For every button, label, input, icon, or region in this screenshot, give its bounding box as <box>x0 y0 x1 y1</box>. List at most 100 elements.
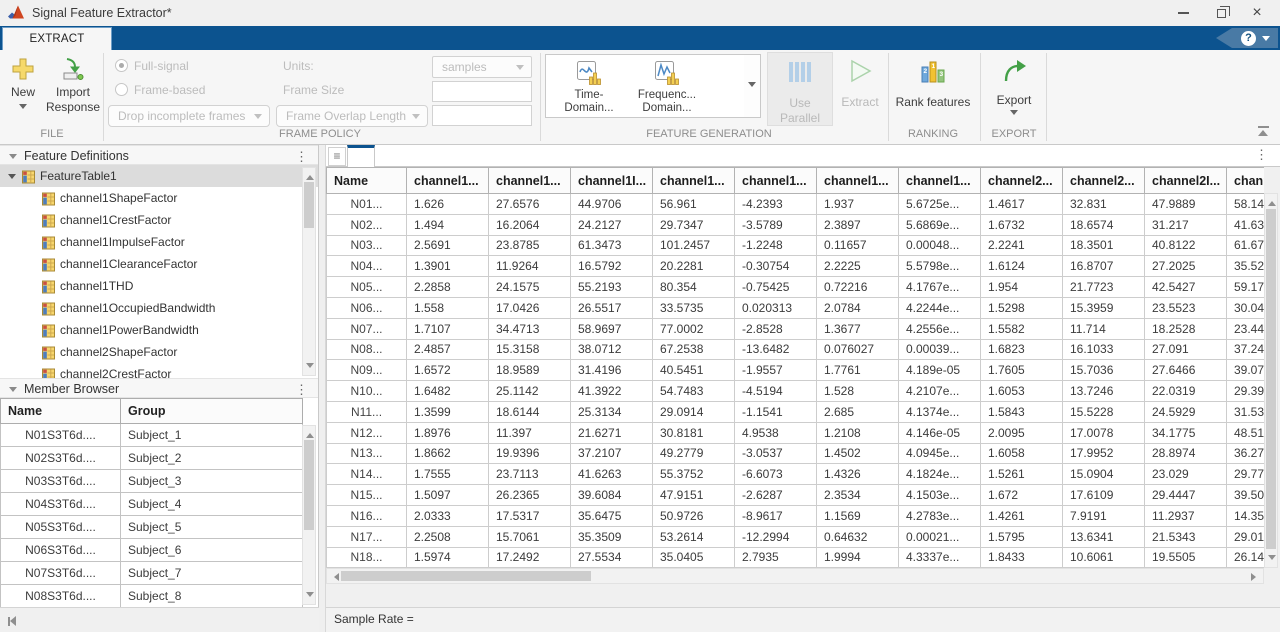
drop-incomplete-frames-dropdown[interactable]: Drop incomplete frames <box>108 105 270 127</box>
gallery-item[interactable]: Frequenc...Domain... <box>632 55 702 117</box>
feature-table-row[interactable]: N06...1.55817.042626.551733.57350.020313… <box>327 297 1265 318</box>
feature-column-header[interactable]: Name <box>327 168 407 194</box>
feature-table-row[interactable]: N08...2.485715.315838.071267.2538-13.648… <box>327 339 1265 360</box>
value-cell: 25.3134 <box>571 401 653 422</box>
member-row[interactable]: N06S3T6d....Subject_6 <box>1 539 303 562</box>
row-name-cell: N08... <box>327 339 407 360</box>
value-cell: 4.1824e... <box>899 464 981 485</box>
member-row[interactable]: N01S3T6d....Subject_1 <box>1 424 303 447</box>
collapse-toolstrip-button[interactable] <box>1256 126 1270 136</box>
feature-column-header[interactable]: channel1... <box>735 168 817 194</box>
member-row[interactable]: N07S3T6d....Subject_7 <box>1 562 303 585</box>
frame-based-radio[interactable] <box>115 83 128 96</box>
feature-table-row[interactable]: N14...1.755523.711341.626355.3752-6.6073… <box>327 464 1265 485</box>
frame-overlap-input[interactable] <box>432 105 532 126</box>
feature-column-header[interactable]: chann <box>1227 168 1265 194</box>
tree-item[interactable]: channel1ShapeFactor <box>0 187 318 209</box>
rank-features-button[interactable]: 2 1 3 Rank features <box>890 58 976 110</box>
kebab-menu-icon[interactable]: ⋮ <box>295 147 308 166</box>
feature-table-row[interactable]: N05...2.285824.157555.219380.354-0.75425… <box>327 277 1265 298</box>
minimize-button[interactable] <box>1166 0 1200 26</box>
value-cell: 1.8976 <box>407 422 489 443</box>
chevron-down-icon[interactable] <box>9 387 17 396</box>
help-button[interactable]: ? <box>1216 28 1278 48</box>
feature-table-row[interactable]: N02...1.49416.206424.212729.7347-3.57892… <box>327 214 1265 235</box>
tree-item[interactable]: channel1THD <box>0 275 318 297</box>
feature-table-row[interactable]: N01...1.62627.657644.970656.961-4.23931.… <box>327 194 1265 215</box>
value-cell: 1.3599 <box>407 401 489 422</box>
kebab-menu-icon[interactable]: ⋮ <box>1255 147 1268 163</box>
new-button[interactable]: New <box>6 56 40 113</box>
value-cell: 48.514 <box>1227 422 1265 443</box>
feature-table-row[interactable]: N16...2.033317.531735.647550.9726-8.9617… <box>327 505 1265 526</box>
panel-splitter[interactable] <box>319 145 326 632</box>
feature-table-row[interactable]: N10...1.648225.114241.392254.7483-4.5194… <box>327 381 1265 402</box>
document-tab[interactable] <box>347 145 375 167</box>
feature-table-row[interactable]: N17...2.250815.706135.350953.2614-12.299… <box>327 526 1265 547</box>
close-button[interactable]: × <box>1240 0 1274 26</box>
member-row[interactable]: N08S3T6d....Subject_8 <box>1 585 303 608</box>
member-column-header[interactable]: Group <box>121 399 303 424</box>
gallery-dropdown-button[interactable] <box>744 54 761 118</box>
tab-list-icon[interactable]: ≡ <box>328 147 346 166</box>
member-row[interactable]: N04S3T6d....Subject_4 <box>1 493 303 516</box>
section-divider <box>888 53 889 141</box>
tree-item[interactable]: channel1ClearanceFactor <box>0 253 318 275</box>
gallery-item[interactable]: Time-Domain... <box>554 55 624 117</box>
full-signal-radio[interactable] <box>115 59 128 72</box>
feature-table-row[interactable]: N03...2.569123.878561.3473101.2457-1.224… <box>327 235 1265 256</box>
tree-item[interactable]: channel1CrestFactor <box>0 209 318 231</box>
feature-table-row[interactable]: N18...1.597417.249227.553435.04052.79351… <box>327 547 1265 568</box>
chevron-down-icon[interactable] <box>9 154 17 163</box>
feature-table-row[interactable]: N11...1.359918.614425.313429.0914-1.1541… <box>327 401 1265 422</box>
feature-column-header[interactable]: channel1... <box>817 168 899 194</box>
main-horizontal-scrollbar[interactable] <box>326 568 1264 584</box>
frame-overlap-length-dropdown[interactable]: Frame Overlap Length <box>276 105 428 127</box>
extract-button[interactable]: Extract <box>838 58 882 110</box>
feature-table-row[interactable]: N09...1.657218.958931.419640.5451-1.9557… <box>327 360 1265 381</box>
restore-button[interactable] <box>1204 0 1238 26</box>
value-cell: 24.1575 <box>489 277 571 298</box>
feature-table-row[interactable]: N15...1.509726.236539.608447.9151-2.6287… <box>327 485 1265 506</box>
feature-column-header[interactable]: channel2I... <box>1145 168 1227 194</box>
value-cell: 2.5691 <box>407 235 489 256</box>
collapse-panel-icon[interactable] <box>8 616 16 626</box>
import-response-button[interactable]: Import Response <box>44 56 102 115</box>
member-scrollbar[interactable] <box>302 425 316 605</box>
value-cell: -0.75425 <box>735 277 817 298</box>
kebab-menu-icon[interactable]: ⋮ <box>295 380 308 399</box>
member-row[interactable]: N05S3T6d....Subject_5 <box>1 516 303 539</box>
feature-column-header[interactable]: channel2... <box>1063 168 1145 194</box>
row-name-cell: N12... <box>327 422 407 443</box>
feature-table-row[interactable]: N07...1.710734.471358.969777.0002-2.8528… <box>327 318 1265 339</box>
feature-table-row[interactable]: N04...1.390111.926416.579220.2281-0.3075… <box>327 256 1265 277</box>
units-dropdown[interactable]: samples <box>432 56 532 78</box>
frame-size-input[interactable] <box>432 81 532 102</box>
tree-item[interactable]: channel1ImpulseFactor <box>0 231 318 253</box>
feature-column-header[interactable]: channel1I... <box>571 168 653 194</box>
feature-table-row[interactable]: N13...1.866219.939637.210749.2779-3.0537… <box>327 443 1265 464</box>
main-vertical-scrollbar[interactable] <box>1264 193 1278 568</box>
value-cell: 25.1142 <box>489 381 571 402</box>
feature-column-header[interactable]: channel1... <box>489 168 571 194</box>
tree-item[interactable]: channel1OccupiedBandwidth <box>0 297 318 319</box>
member-row[interactable]: N02S3T6d....Subject_2 <box>1 447 303 470</box>
tree-scrollbar[interactable] <box>302 167 316 376</box>
feature-table-row[interactable]: N12...1.897611.39721.627130.81814.95381.… <box>327 422 1265 443</box>
use-parallel-button[interactable]: Use Parallel <box>767 52 833 126</box>
value-cell: 34.1775 <box>1145 422 1227 443</box>
feature-column-header[interactable]: channel2... <box>981 168 1063 194</box>
tree-item-root[interactable]: FeatureTable1 <box>0 165 318 187</box>
tree-item[interactable]: channel1PowerBandwidth <box>0 319 318 341</box>
tab-extract-features[interactable]: EXTRACT FEATURES <box>2 27 112 50</box>
chevron-down-icon[interactable] <box>8 174 16 183</box>
export-button[interactable]: Export <box>990 58 1038 119</box>
feature-column-header[interactable]: channel1... <box>653 168 735 194</box>
member-row[interactable]: N03S3T6d....Subject_3 <box>1 470 303 493</box>
tree-item[interactable]: channel2ShapeFactor <box>0 341 318 363</box>
member-column-header[interactable]: Name <box>1 399 121 424</box>
panel-title: Member Browser <box>24 380 119 399</box>
tree-item[interactable]: channel2CrestFactor <box>0 363 318 378</box>
feature-column-header[interactable]: channel1... <box>407 168 489 194</box>
feature-column-header[interactable]: channel1... <box>899 168 981 194</box>
